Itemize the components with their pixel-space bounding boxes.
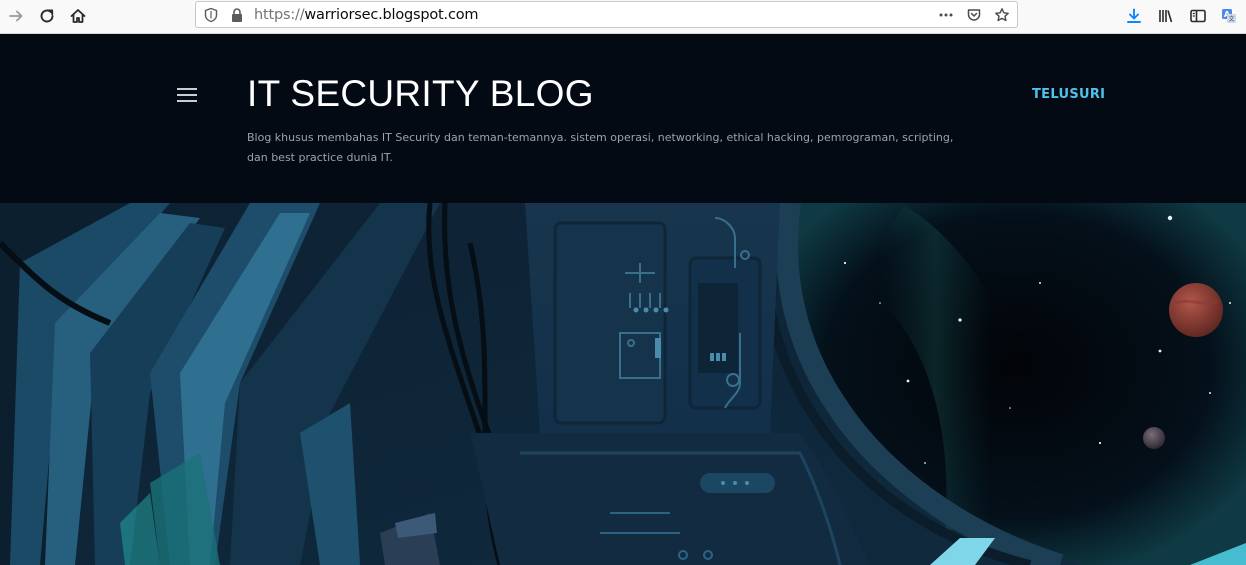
header-image [0, 203, 1246, 565]
url-text[interactable]: https://warriorsec.blogspot.com [254, 6, 479, 24]
tracking-protection-shield-icon[interactable] [202, 6, 220, 24]
lock-icon[interactable] [228, 6, 246, 24]
star-icon[interactable] [993, 6, 1011, 24]
browser-toolbar: https://warriorsec.blogspot.com A 文 [0, 0, 1246, 34]
more-dots-icon[interactable] [937, 6, 955, 24]
reload-button[interactable] [34, 3, 60, 29]
translate-icon: A 文 [1222, 9, 1236, 23]
hamburger-menu-icon[interactable] [177, 88, 197, 102]
reload-icon [40, 9, 54, 23]
url-host: warriorsec.blogspot.com [304, 7, 479, 23]
blog-header: IT SECURITY BLOG Blog khusus membahas IT… [0, 34, 1246, 203]
sidebar-button[interactable] [1185, 3, 1211, 29]
home-button[interactable] [65, 3, 91, 29]
spaceship-interior-illustration-image [0, 203, 1246, 565]
downloads-button[interactable] [1121, 3, 1147, 29]
search-link[interactable]: TELUSURI [1032, 87, 1105, 102]
forward-button[interactable] [3, 3, 29, 29]
blog-title[interactable]: IT SECURITY BLOG [247, 73, 594, 115]
library-icon [1159, 10, 1173, 23]
download-icon [1127, 8, 1141, 23]
arrow-right-icon [9, 10, 23, 22]
svg-text:文: 文 [1228, 15, 1234, 23]
home-icon [70, 9, 86, 23]
pocket-icon[interactable] [965, 6, 983, 24]
library-button[interactable] [1153, 3, 1179, 29]
translate-button[interactable]: A 文 [1216, 3, 1242, 29]
url-protocol: https:// [254, 7, 305, 23]
address-bar[interactable]: https://warriorsec.blogspot.com [195, 1, 1018, 28]
blog-description: Blog khusus membahas IT Security dan tem… [247, 131, 954, 164]
sidebar-icon [1190, 9, 1206, 23]
